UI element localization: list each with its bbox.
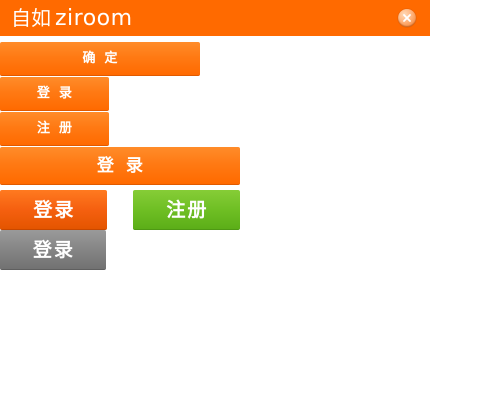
confirm-button[interactable]: 确定 <box>0 42 200 76</box>
login-button-small[interactable]: 登录 <box>0 77 109 111</box>
brand-english-name: ziroom <box>55 6 133 31</box>
register-button-large[interactable]: 注册 <box>133 190 240 230</box>
login-button-wide[interactable]: 登录 <box>0 147 240 185</box>
app-header: 自如 ziroom <box>0 0 430 36</box>
brand-chinese-name: 自如 <box>11 6 51 30</box>
close-icon <box>403 14 411 22</box>
close-button[interactable] <box>398 9 416 27</box>
ziroom-logo: 自如 ziroom <box>11 4 133 32</box>
login-button-disabled[interactable]: 登录 <box>0 230 106 270</box>
login-button-large[interactable]: 登录 <box>0 190 107 230</box>
register-button-small[interactable]: 注册 <box>0 112 109 146</box>
